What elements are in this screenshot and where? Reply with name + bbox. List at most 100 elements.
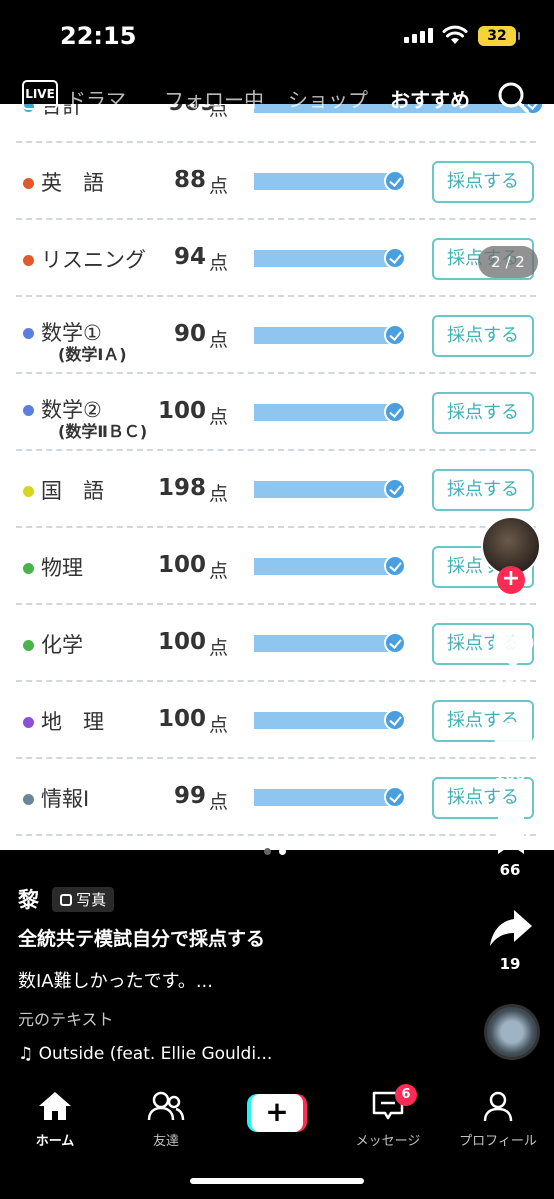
share-icon[interactable]: [488, 906, 534, 950]
subject-label: 物理: [41, 556, 83, 580]
post-title: 全統共テ模試自分で採点する: [18, 928, 266, 950]
nav-friends[interactable]: 友達: [116, 1090, 216, 1149]
nav-home[interactable]: ホーム: [5, 1090, 105, 1149]
check-icon: [384, 170, 406, 192]
nav-friends-label: 友達: [152, 1134, 179, 1149]
subject-label: 国 語: [41, 479, 104, 503]
heart-icon[interactable]: [490, 628, 536, 670]
photo-icon: [60, 893, 73, 906]
photo-badge: 写真: [52, 886, 115, 912]
score-bar: [254, 250, 392, 267]
subject-label: 化学: [41, 633, 83, 657]
score-value: 94: [173, 244, 206, 270]
score-unit: 点: [209, 637, 229, 659]
grade-button[interactable]: 採点する: [432, 392, 534, 434]
score-value: 100: [157, 706, 206, 732]
follow-button[interactable]: +: [497, 566, 525, 594]
live-button[interactable]: LIVE: [22, 80, 58, 110]
author-name[interactable]: 黎: [18, 884, 39, 914]
share-count: 19: [499, 955, 521, 973]
cellular-signal-icon: [404, 28, 433, 43]
music-info[interactable]: ♫ Outside (feat. Ellie Gouldi...: [18, 1044, 272, 1064]
score-value: 198: [157, 475, 206, 501]
comment-count: 100: [494, 766, 526, 784]
subject-label: 地 理: [41, 710, 104, 734]
score-value: 88: [173, 167, 206, 193]
create-button[interactable]: +: [247, 1094, 307, 1132]
score-bar: [254, 789, 392, 806]
bookmark-icon[interactable]: [494, 814, 528, 856]
music-note-icon: ♫: [18, 1044, 34, 1064]
search-icon[interactable]: [496, 80, 530, 114]
messages-badge: 6: [395, 1084, 417, 1106]
subject-row: リスニング94点採点する: [16, 220, 536, 297]
subject-color-dot: [23, 794, 34, 805]
subject-label: 情報Ⅰ: [41, 787, 90, 811]
subject-color-dot: [23, 178, 34, 189]
status-time: 22:15: [60, 22, 137, 50]
score-value: 100: [157, 552, 206, 578]
like-count: 475: [494, 674, 526, 692]
score-unit: 点: [209, 560, 229, 582]
subject-color-dot: [23, 328, 34, 339]
subject-row: 地 理 100 点採点する: [16, 682, 536, 759]
post-photo[interactable]: 合計969点英 語88点採点するリスニング94点採点する数学①(数学ⅠＡ)90点…: [0, 104, 554, 850]
grade-button[interactable]: 採点する: [432, 469, 534, 511]
tab-for-you[interactable]: おすすめ: [390, 84, 470, 113]
nav-messages[interactable]: メッセージ: [338, 1090, 438, 1149]
nav-profile[interactable]: プロフィール: [448, 1090, 548, 1149]
subject-color-dot: [23, 486, 34, 497]
score-bar: [254, 327, 392, 344]
grade-button[interactable]: 採点する: [432, 315, 534, 357]
score-unit: 点: [209, 329, 229, 351]
wifi-icon: [442, 25, 468, 44]
check-icon: [384, 247, 406, 269]
score-unit: 点: [209, 791, 229, 813]
tab-shop[interactable]: ショップ: [288, 84, 368, 113]
score-value: 99: [173, 783, 206, 809]
subject-label: 英 語: [41, 171, 104, 195]
check-icon: [384, 709, 406, 731]
top-nav: LIVE ドラマ フォロー中 ショップ おすすめ: [0, 80, 554, 114]
save-count: 66: [499, 861, 521, 879]
subject-color-dot: [23, 717, 34, 728]
score-bar: [254, 558, 392, 575]
subject-color-dot: [23, 640, 34, 651]
score-bar: [254, 173, 392, 190]
score-value: 90: [173, 321, 206, 347]
carousel-dots: [264, 848, 286, 855]
battery-indicator: 32: [478, 26, 520, 46]
subject-color-dot: [23, 255, 34, 266]
score-bar: [254, 481, 392, 498]
photo-badge-label: 写真: [76, 890, 107, 909]
score-bar: [254, 404, 392, 421]
tab-drama[interactable]: ドラマ: [66, 84, 126, 113]
home-indicator: [190, 1178, 364, 1184]
subject-row: 国 語 198 点 採点する: [16, 451, 536, 528]
nav-profile-label: プロフィール: [459, 1134, 537, 1149]
subject-row: 数学② (数学ⅡＢＣ) 100 点採点する: [16, 374, 536, 451]
check-icon: [384, 324, 406, 346]
check-icon: [384, 632, 406, 654]
profile-icon: [483, 1091, 513, 1122]
post-description[interactable]: 数ⅠA難しかったです。...: [18, 967, 213, 993]
check-icon: [384, 555, 406, 577]
subject-row: 英 語 88 点 採点する: [16, 143, 536, 220]
post-caption: 黎 写真: [18, 884, 468, 914]
score-bar: [254, 635, 392, 652]
comment-icon[interactable]: [490, 718, 536, 762]
nav-messages-label: メッセージ: [355, 1134, 421, 1149]
score-bar: [254, 712, 392, 729]
tab-following[interactable]: フォロー中: [164, 84, 264, 113]
grade-button[interactable]: 採点する: [432, 161, 534, 203]
music-title: Outside (feat. Ellie Gouldi...: [38, 1044, 273, 1064]
check-icon: [384, 401, 406, 423]
photo-pager: 2 / 2: [478, 246, 538, 278]
check-icon: [384, 478, 406, 500]
friends-icon: [147, 1091, 185, 1121]
original-text-link[interactable]: 元のテキスト: [18, 1006, 114, 1030]
check-icon: [384, 786, 406, 808]
subject-row: 情報Ⅰ 99 点採点する: [16, 759, 536, 836]
music-disc[interactable]: [484, 1004, 540, 1060]
score-unit: 点: [209, 252, 229, 274]
